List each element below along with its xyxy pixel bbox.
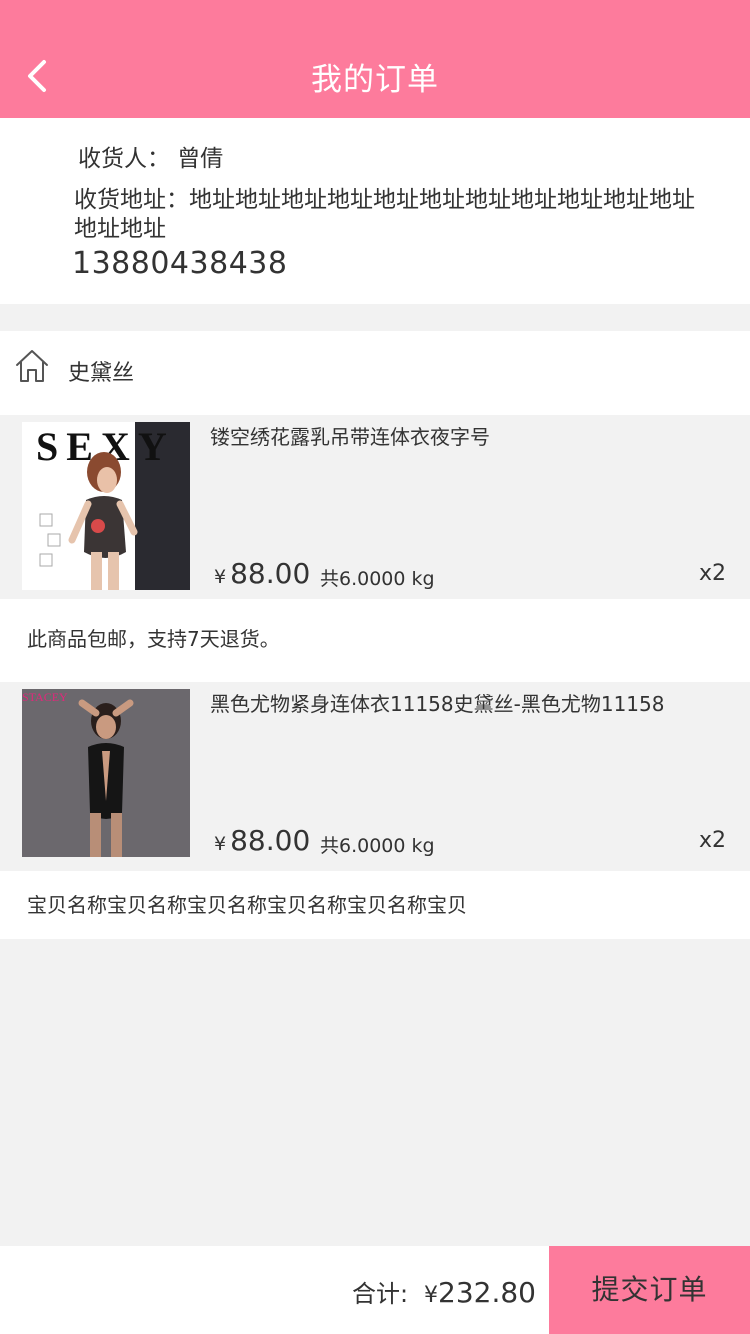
product-weight: 共6.0000 kg [320,835,435,857]
product-price: ¥88.00 [214,557,310,590]
receiver-phone: 13880438438 [72,246,288,281]
total-value: 232.80 [438,1276,536,1309]
total-label: 合计: [352,1280,409,1308]
nav-header: 我的订单 [0,0,750,118]
shipping-note: 此商品包邮，支持7天退货。 [0,599,750,682]
product-quantity: x2 [698,828,726,853]
product-item[interactable]: SEXY 镂空绣花露乳吊带连体衣夜字号 ¥88.00 共6.0000 kg x2 [0,415,750,599]
product-item[interactable]: STACEY 黑色尤物紧身连体衣11158史黛丝-黑色尤物11158 ¥88.0… [0,682,750,866]
receiver-name: 收货人： 曾倩 [78,146,224,172]
shipping-address-card[interactable]: 收货人： 曾倩 收货地址：地址地址地址地址地址地址地址地址地址地址地址地址地址 … [0,118,750,304]
page-title: 我的订单 [311,62,439,98]
shop-row[interactable]: 史黛丝 [0,331,750,415]
home-icon [16,350,48,382]
checkout-bar: 合计: ¥232.80 提交订单 [0,1246,750,1334]
currency-symbol: ¥ [214,566,227,588]
submit-order-button[interactable]: 提交订单 [549,1246,750,1334]
product-title: 黑色尤物紧身连体衣11158史黛丝-黑色尤物11158 [210,692,665,716]
order-page: 我的订单 收货人： 曾倩 收货地址：地址地址地址地址地址地址地址地址地址地址地址… [0,0,750,1334]
product-thumbnail: SEXY [22,422,190,590]
product-note: 宝贝名称宝贝名称宝贝名称宝贝名称宝贝名称宝贝 [0,871,750,939]
receiver-address: 收货地址：地址地址地址地址地址地址地址地址地址地址地址地址地址 [74,187,695,242]
price-value: 88.00 [230,824,311,857]
total-amount: ¥232.80 [424,1276,536,1309]
product-weight: 共6.0000 kg [320,568,435,590]
currency-symbol: ¥ [424,1283,438,1308]
product-title: 镂空绣花露乳吊带连体衣夜字号 [210,425,490,449]
product-quantity: x2 [698,561,726,586]
price-value: 88.00 [230,557,311,590]
product-thumbnail: STACEY [22,689,190,857]
product-price: ¥88.00 [214,824,310,857]
currency-symbol: ¥ [214,833,227,855]
shop-name: 史黛丝 [68,361,135,386]
thumb-logo-text: STACEY [22,690,68,704]
